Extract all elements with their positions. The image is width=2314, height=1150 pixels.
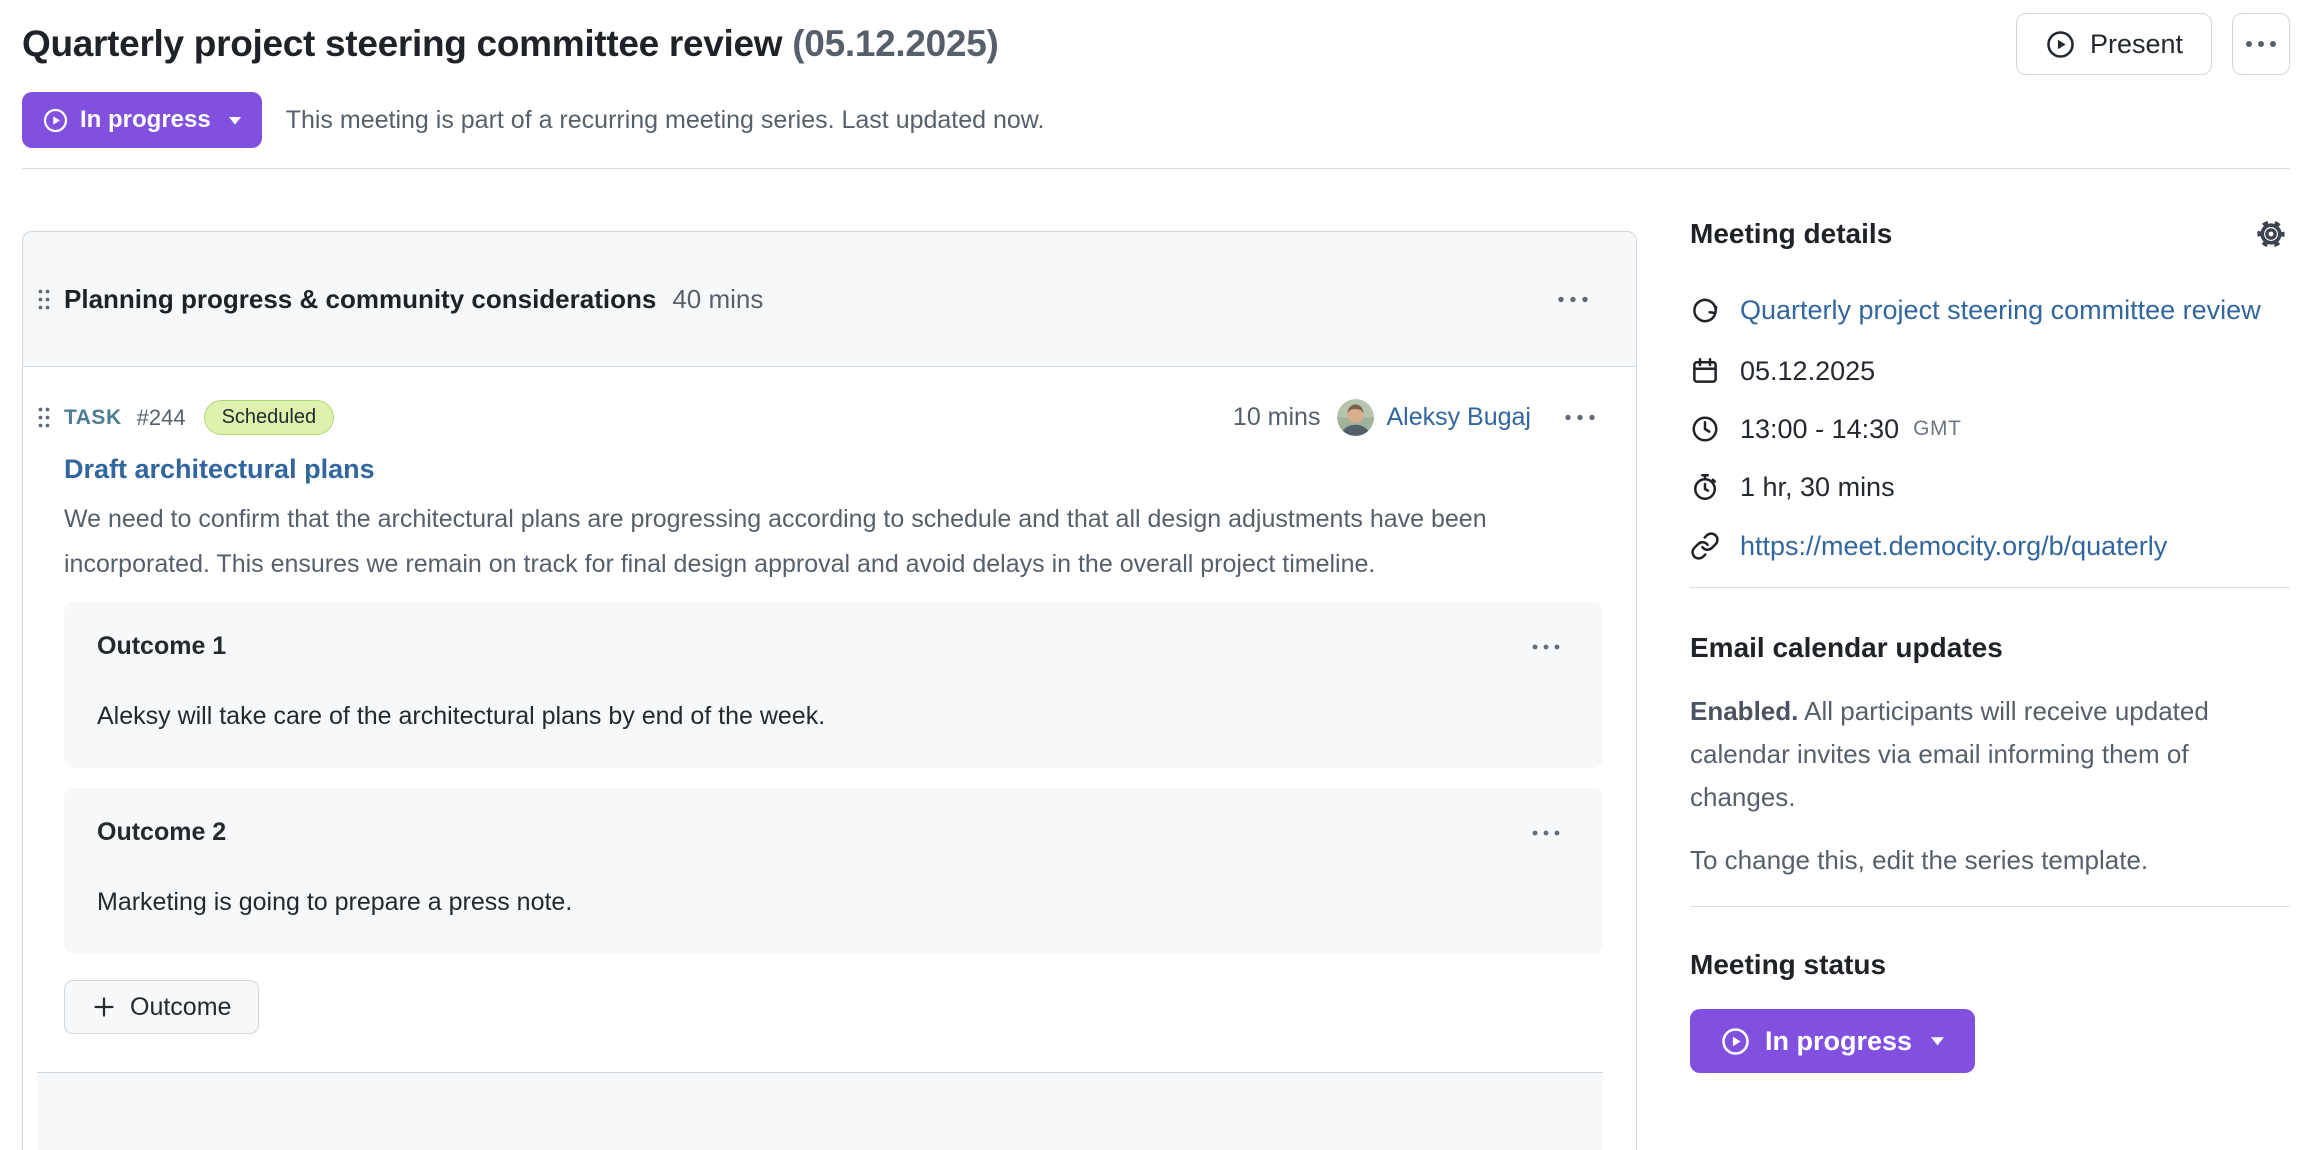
outcome-card: Outcome 1 Aleksy will take care of the a… (64, 602, 1603, 768)
email-updates-body: Enabled. All participants will receive u… (1690, 690, 2290, 819)
task-meta: 10 mins (1233, 399, 1603, 436)
drag-handle-icon[interactable] (37, 406, 51, 429)
outcome-header: Outcome 2 (97, 818, 1567, 847)
meeting-duration: 1 hr, 30 mins (1740, 472, 1895, 503)
page-header: Quarterly project steering committee rev… (22, 12, 2290, 76)
outcome-heading: Outcome 1 (97, 632, 226, 661)
page-title: Quarterly project steering committee rev… (22, 23, 999, 65)
present-button-label: Present (2090, 29, 2183, 60)
email-updates-heading: Email calendar updates (1690, 632, 2290, 664)
agenda-section-duration: 40 mins (672, 284, 763, 315)
sidebar-divider (1690, 587, 2290, 588)
next-agenda-section-edge (37, 1072, 1603, 1150)
email-updates-note: To change this, edit the series template… (1690, 845, 2290, 876)
plus-icon (92, 995, 116, 1019)
task-title-link[interactable]: Draft architectural plans (64, 454, 375, 485)
agenda-section-header: Planning progress & community considerat… (23, 232, 1636, 367)
outcome-header: Outcome 1 (97, 632, 1567, 661)
task-item: TASK #244 Scheduled 10 mins (23, 367, 1636, 1150)
time-row: 13:00 - 14:30 GMT (1690, 409, 2290, 449)
status-badge-label: In progress (80, 106, 211, 134)
clock-icon (1690, 414, 1720, 444)
calendar-icon (1690, 356, 1720, 386)
page-kebab-menu-button[interactable] (2232, 13, 2290, 75)
task-status-badge: Scheduled (204, 400, 335, 435)
meeting-title-text: Quarterly project steering committee rev… (22, 23, 782, 64)
outcome-card: Outcome 2 Marketing is going to prepare … (64, 788, 1603, 954)
meeting-date: 05.12.2025 (1740, 356, 1875, 387)
add-outcome-button[interactable]: Outcome (64, 980, 259, 1034)
play-circle-icon (1720, 1026, 1751, 1057)
task-header-row: TASK #244 Scheduled 10 mins (37, 399, 1603, 436)
header-actions: Present (2016, 13, 2290, 75)
series-link-row: Quarterly project steering committee rev… (1690, 289, 2290, 331)
link-icon (1690, 531, 1720, 561)
kebab-icon (2244, 39, 2278, 49)
meeting-time-range: 13:00 - 14:30 (1740, 414, 1899, 445)
present-button[interactable]: Present (2016, 13, 2212, 75)
meeting-page: Quarterly project steering committee rev… (0, 0, 2314, 1150)
play-circle-icon (42, 107, 69, 134)
task-type-label: TASK (64, 406, 122, 430)
series-link[interactable]: Quarterly project steering committee rev… (1740, 289, 2261, 331)
agenda-section-kebab-button[interactable] (1550, 289, 1596, 310)
meeting-settings-button[interactable] (2252, 215, 2290, 253)
content-columns: Planning progress & community considerat… (22, 215, 2290, 1150)
recurring-series-note: This meeting is part of a recurring meet… (286, 106, 1045, 135)
task-content: Draft architectural plans We need to con… (64, 436, 1603, 1034)
meeting-status-heading: Meeting status (1690, 949, 2290, 981)
sidebar-divider (1690, 906, 2290, 907)
outcome-kebab-button[interactable] (1525, 637, 1567, 657)
outcome-text: Aleksy will take care of the architectur… (97, 702, 1567, 731)
meeting-sidebar: Meeting details (1690, 215, 2290, 1073)
drag-handle-icon[interactable] (37, 288, 51, 311)
meeting-url-link[interactable]: https://meet.democity.org/b/quaterly (1740, 525, 2167, 567)
chevron-down-icon (228, 116, 242, 125)
task-kebab-button[interactable] (1557, 407, 1603, 428)
add-outcome-label: Outcome (130, 993, 231, 1022)
duration-row: 1 hr, 30 mins (1690, 467, 2290, 507)
agenda-section-title: Planning progress & community considerat… (64, 284, 656, 315)
meeting-status-dropdown[interactable]: In progress (22, 92, 262, 148)
assignee-avatar[interactable] (1337, 399, 1374, 436)
status-badge-label: In progress (1765, 1026, 1912, 1057)
date-row: 05.12.2025 (1690, 351, 2290, 391)
outcome-heading: Outcome 2 (97, 818, 226, 847)
meeting-title-date: (05.12.2025) (792, 23, 998, 64)
email-updates-status: Enabled. (1690, 696, 1798, 726)
task-description: We need to confirm that the architectura… (64, 497, 1584, 587)
meeting-timezone: GMT (1913, 417, 1961, 441)
task-duration: 10 mins (1233, 403, 1321, 432)
assignee-link[interactable]: Aleksy Bugaj (1386, 403, 1531, 432)
task-id: #244 (137, 405, 186, 431)
play-circle-icon (2045, 29, 2076, 60)
stopwatch-icon (1690, 472, 1720, 502)
outcome-text: Marketing is going to prepare a press no… (97, 888, 1567, 917)
status-row: In progress This meeting is part of a re… (22, 92, 2290, 148)
agenda-card: Planning progress & community considerat… (22, 231, 1637, 1150)
meeting-link-row: https://meet.democity.org/b/quaterly (1690, 525, 2290, 567)
header-divider (22, 168, 2290, 169)
chevron-down-icon (1930, 1036, 1945, 1046)
recurring-icon (1690, 295, 1720, 325)
meeting-status-dropdown-sidebar[interactable]: In progress (1690, 1009, 1975, 1073)
meeting-details-header: Meeting details (1690, 215, 2290, 253)
gear-icon (2254, 217, 2288, 251)
meeting-details-heading: Meeting details (1690, 218, 1892, 250)
outcome-kebab-button[interactable] (1525, 823, 1567, 843)
